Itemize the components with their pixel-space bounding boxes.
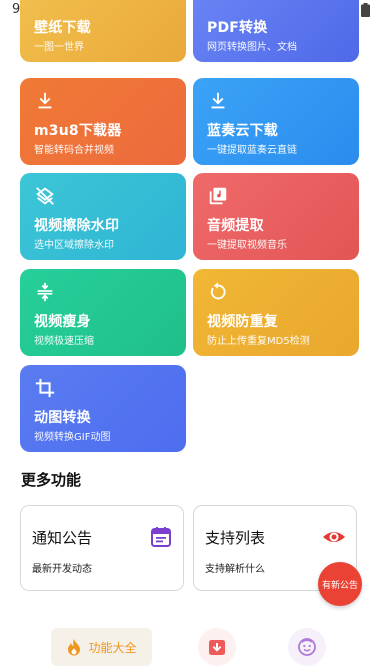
tab-downloads[interactable] bbox=[198, 628, 236, 666]
compress-icon bbox=[37, 282, 53, 302]
download-box-icon bbox=[209, 640, 225, 655]
feature-title: 支持列表 bbox=[205, 529, 266, 547]
tool-title: 蓝奏云下载 bbox=[207, 123, 278, 139]
section-title: 更多功能 bbox=[21, 471, 82, 489]
tool-title: PDF转换 bbox=[207, 20, 268, 36]
tool-subtitle: 一键提取视频音乐 bbox=[207, 240, 287, 251]
feature-subtitle: 支持解析什么 bbox=[205, 564, 265, 575]
tool-card-wallpaper[interactable]: 壁纸下载 一图一世界 bbox=[20, 0, 186, 62]
tool-subtitle: 一键提取蓝奏云直链 bbox=[207, 145, 297, 156]
tool-subtitle: 视频转换GIF动图 bbox=[34, 432, 111, 443]
feature-title: 通知公告 bbox=[32, 529, 93, 547]
tool-title: m3u8下载器 bbox=[34, 123, 122, 139]
download-icon bbox=[211, 92, 225, 109]
tool-subtitle: 一图一世界 bbox=[34, 42, 84, 53]
battery-icon bbox=[361, 3, 370, 17]
tool-card-m3u8[interactable]: m3u8下载器 智能转码合并视频 bbox=[20, 78, 186, 165]
music-library-icon bbox=[209, 187, 227, 205]
tool-subtitle: 防止上传重复MD5检测 bbox=[207, 336, 310, 347]
tool-title: 视频瘦身 bbox=[34, 314, 91, 330]
tool-card-dedupe[interactable]: 视频防重复 防止上传重复MD5检测 bbox=[193, 269, 359, 356]
tool-subtitle: 智能转码合并视频 bbox=[34, 145, 114, 156]
restore-icon bbox=[210, 282, 226, 300]
tool-subtitle: 网页转换图片、文档 bbox=[207, 42, 297, 53]
tool-title: 视频防重复 bbox=[207, 314, 278, 330]
tool-title: 音频提取 bbox=[207, 218, 264, 234]
tool-card-pdf[interactable]: PDF转换 网页转换图片、文档 bbox=[193, 0, 359, 62]
tool-card-watermark[interactable]: 视频擦除水印 选中区域擦除水印 bbox=[20, 173, 186, 260]
tool-card-compress[interactable]: 视频瘦身 视频极速压缩 bbox=[20, 269, 186, 356]
tool-title: 壁纸下载 bbox=[34, 20, 91, 36]
tab-profile[interactable] bbox=[288, 628, 326, 666]
tool-card-audio[interactable]: 音频提取 一键提取视频音乐 bbox=[193, 173, 359, 260]
notice-card[interactable]: 通知公告 最新开发动态 bbox=[20, 505, 184, 591]
tool-card-lanzou[interactable]: 蓝奏云下载 一键提取蓝奏云直链 bbox=[193, 78, 359, 165]
news-badge[interactable]: 有新公告 bbox=[318, 562, 362, 606]
flame-icon bbox=[68, 639, 81, 656]
tab-label: 功能大全 bbox=[88, 640, 137, 655]
calendar-icon bbox=[151, 527, 171, 547]
tool-subtitle: 视频极速压缩 bbox=[34, 336, 94, 347]
tool-subtitle: 选中区域擦除水印 bbox=[34, 240, 114, 251]
tool-card-gif[interactable]: 动图转换 视频转换GIF动图 bbox=[20, 365, 186, 452]
tool-title: 视频擦除水印 bbox=[34, 218, 120, 234]
feature-subtitle: 最新开发动态 bbox=[32, 564, 92, 575]
face-icon bbox=[298, 638, 316, 656]
tool-title: 动图转换 bbox=[34, 410, 91, 426]
crop-icon bbox=[35, 378, 55, 398]
download-icon bbox=[38, 92, 52, 109]
eye-icon bbox=[323, 532, 345, 542]
tab-features[interactable]: 功能大全 bbox=[51, 628, 152, 666]
layers-off-icon bbox=[36, 187, 54, 205]
bottom-tab-bar: 功能大全 bbox=[0, 620, 378, 672]
